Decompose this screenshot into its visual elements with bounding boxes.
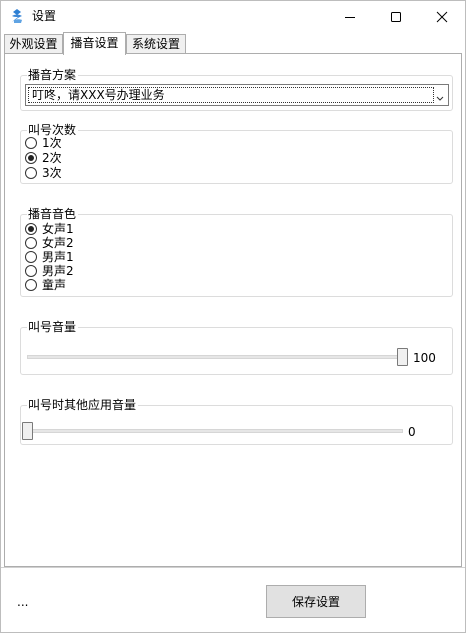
other-volume-group: 叫号时其他应用音量 0 <box>20 398 453 445</box>
radio-button[interactable] <box>25 152 37 164</box>
radio-button[interactable] <box>25 265 37 277</box>
call-count-option-2[interactable]: 2次 <box>25 151 62 165</box>
other-volume-value: 0 <box>408 425 416 439</box>
call-volume-thumb[interactable] <box>397 348 408 366</box>
title-bar[interactable]: 设置 <box>1 1 465 32</box>
radio-label: 1次 <box>42 136 62 150</box>
broadcast-scheme-select[interactable]: 叮咚，请XXX号办理业务 <box>25 84 449 106</box>
radio-button[interactable] <box>25 223 37 235</box>
minimize-button[interactable] <box>327 1 373 32</box>
close-button[interactable] <box>419 1 465 32</box>
call-volume-group: 叫号音量 100 <box>20 320 453 375</box>
status-text: ... <box>17 595 29 609</box>
broadcast-scheme-label: 播音方案 <box>27 68 79 83</box>
radio-label: 男声1 <box>42 250 74 264</box>
tab-broadcast[interactable]: 播音设置 <box>63 32 126 55</box>
call-count-option-1[interactable]: 1次 <box>25 136 62 150</box>
radio-button[interactable] <box>25 237 37 249</box>
other-volume-track[interactable] <box>23 429 403 433</box>
chevron-down-icon <box>436 91 444 105</box>
radio-label: 女声1 <box>42 222 74 236</box>
minimize-icon <box>345 16 355 18</box>
radio-label: 3次 <box>42 166 62 180</box>
call-count-group: 叫号次数 1次 2次 3次 <box>20 123 453 184</box>
tab-strip: 外观设置 播音设置 系统设置 <box>4 32 464 55</box>
save-settings-button[interactable]: 保存设置 <box>266 585 366 618</box>
voice-option-male2[interactable]: 男声2 <box>25 264 74 278</box>
voice-option-female2[interactable]: 女声2 <box>25 236 74 250</box>
call-volume-track[interactable] <box>27 355 407 359</box>
settings-window: 设置 外观设置 播音设置 系统设置 播音方案 叮咚，请XXX号办理业务 叫号次数… <box>0 0 466 633</box>
voice-option-child[interactable]: 童声 <box>25 278 66 292</box>
window-title: 设置 <box>32 9 57 23</box>
footer-bar: ... 保存设置 <box>1 567 465 632</box>
voice-label: 播音音色 <box>27 207 79 222</box>
call-count-option-3[interactable]: 3次 <box>25 166 62 180</box>
tab-appearance[interactable]: 外观设置 <box>4 34 63 54</box>
radio-label: 童声 <box>42 278 67 292</box>
radio-label: 2次 <box>42 151 62 165</box>
broadcast-scheme-group: 播音方案 叮咚，请XXX号办理业务 <box>20 68 453 111</box>
radio-label: 女声2 <box>42 236 74 250</box>
tab-system[interactable]: 系统设置 <box>126 34 186 54</box>
voice-option-male1[interactable]: 男声1 <box>25 250 74 264</box>
radio-button[interactable] <box>25 137 37 149</box>
radio-button[interactable] <box>25 279 37 291</box>
radio-button[interactable] <box>25 167 37 179</box>
radio-label: 男声2 <box>42 264 74 278</box>
voice-option-female1[interactable]: 女声1 <box>25 222 74 236</box>
other-volume-label: 叫号时其他应用音量 <box>27 398 139 413</box>
maximize-icon <box>391 11 401 22</box>
close-icon <box>436 11 448 22</box>
maximize-button[interactable] <box>373 1 419 32</box>
app-logo-icon <box>9 8 25 24</box>
radio-button[interactable] <box>25 251 37 263</box>
call-volume-value: 100 <box>413 351 436 365</box>
other-volume-thumb[interactable] <box>22 422 33 440</box>
call-volume-label: 叫号音量 <box>27 320 79 335</box>
broadcast-scheme-value: 叮咚，请XXX号办理业务 <box>32 88 165 102</box>
voice-group: 播音音色 女声1 女声2 男声1 男声2 童声 <box>20 207 453 297</box>
broadcast-settings-panel: 播音方案 叮咚，请XXX号办理业务 叫号次数 1次 2次 3次 播音音色 女声1… <box>4 53 462 567</box>
